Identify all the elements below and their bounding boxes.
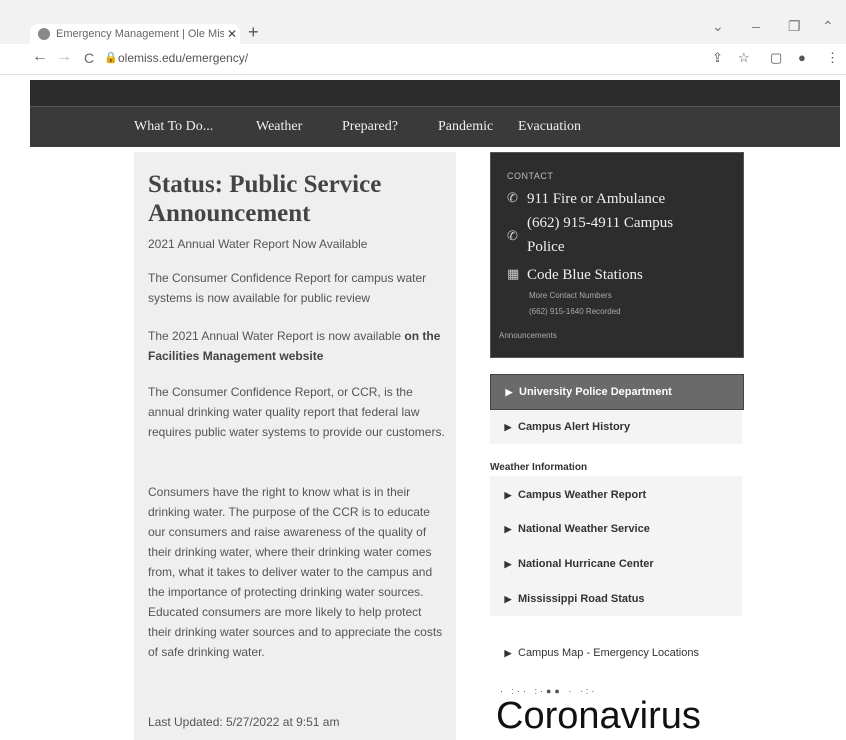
nav-pandemic[interactable]: Pandemic [438, 119, 493, 135]
star-icon[interactable]: ☆ [738, 50, 750, 66]
page-title: Status: Public Service Announcement [148, 171, 382, 227]
reload-icon[interactable]: C [84, 50, 94, 66]
alert-label: Campus Alert History [518, 421, 631, 433]
caret-right-icon: ▶ [504, 558, 512, 569]
announcement-card: Status: Public Service Announcement 2021… [134, 152, 456, 740]
police-number: (662) 915-4911 Campus [527, 215, 674, 231]
weather-link-label: Mississippi Road Status [518, 593, 645, 605]
campus-map-label: Campus Map - Emergency Locations [518, 647, 699, 659]
coronavirus-banner[interactable]: Coronavirus [496, 692, 701, 740]
forward-icon[interactable]: → [56, 48, 72, 66]
globe-icon [38, 28, 50, 40]
browser-tab[interactable]: Emergency Management | Ole Miss ✕ [30, 24, 240, 44]
contact-blue[interactable]: ▦ Code Blue Stations [507, 263, 643, 287]
paragraph: The 2021 Annual Water Report is now avai… [148, 326, 448, 366]
weather-info-label: Weather Information [490, 462, 588, 473]
restore-icon[interactable]: ❐ [788, 18, 801, 35]
weather-link[interactable]: ▶ National Weather Service [490, 512, 742, 546]
upd-label: University Police Department [519, 386, 672, 398]
phone-icon: ✆ [507, 191, 518, 206]
site-header [30, 80, 840, 106]
weather-link-label: National Hurricane Center [518, 558, 654, 570]
close-window-icon[interactable]: ⌃ [822, 18, 834, 35]
upd-link[interactable]: ▶ University Police Department [490, 374, 744, 410]
campus-map-link[interactable]: ▶ Campus Map - Emergency Locations [490, 636, 742, 670]
caret-right-icon: ▶ [504, 523, 512, 534]
weather-link[interactable]: ▶ Mississippi Road Status [490, 582, 742, 616]
url-field[interactable]: olemiss.edu/emergency/ [118, 51, 248, 65]
blue-text: Code Blue Stations [527, 267, 643, 283]
weather-link[interactable]: ▶ Campus Weather Report [490, 478, 742, 512]
police-text: (662) 915-4911 Campus Police [527, 211, 673, 259]
fire-text: 911 Fire or Ambulance [527, 191, 666, 207]
chevron-down-icon[interactable]: ⌄ [712, 18, 724, 35]
menu-icon[interactable]: ⋮ [826, 50, 839, 66]
paragraph: The Consumer Confidence Report for campu… [148, 271, 427, 305]
nav-evacuation[interactable]: Evacuation [518, 119, 581, 135]
paragraph: Consumers have the right to know what is… [148, 485, 443, 659]
alert-history-link[interactable]: ▶ Campus Alert History [490, 410, 742, 444]
caret-right-icon: ▶ [504, 421, 512, 432]
caret-right-icon: ▶ [504, 489, 512, 500]
profile-icon[interactable]: ● [798, 50, 806, 65]
weather-link[interactable]: ▶ National Hurricane Center [490, 547, 742, 581]
announcements-link[interactable]: Announcements [499, 331, 557, 340]
caret-right-icon: ▶ [505, 386, 513, 397]
contact-box: CONTACT ✆ 911 Fire or Ambulance ✆ (662) 9… [490, 152, 744, 358]
nav-weather[interactable]: Weather [256, 119, 302, 135]
contact-police[interactable]: ✆ (662) 915-4911 Campus Police [507, 211, 673, 259]
back-icon[interactable]: ← [32, 48, 48, 66]
paragraph-text: The 2021 Annual Water Report is now avai… [148, 329, 405, 343]
tab-title: Emergency Management | Ole Miss [56, 28, 224, 40]
caret-right-icon: ▶ [504, 593, 512, 604]
contact-fire[interactable]: ✆ 911 Fire or Ambulance [507, 187, 665, 211]
new-tab-button[interactable]: + [248, 22, 259, 43]
more-numbers-link[interactable]: More Contact Numbers [529, 291, 612, 300]
weather-links: ▶ Campus Weather Report ▶ National Weather… [490, 476, 742, 616]
announcement-subtitle: 2021 Annual Water Report Now Available [148, 237, 368, 251]
nav-prepared[interactable]: Prepared? [342, 119, 398, 135]
close-tab-icon[interactable]: ✕ [224, 27, 240, 41]
phone-icon: ✆ [507, 229, 518, 244]
paragraph: The Consumer Confidence Report, or CCR, … [148, 385, 445, 439]
share-icon[interactable]: ⇪ [712, 50, 723, 66]
police-word: Police [527, 239, 565, 255]
minimize-icon[interactable]: – [752, 18, 760, 34]
sidepanel-icon[interactable]: ▢ [770, 50, 782, 66]
recorded-number: (662) 915-1640 Recorded [529, 307, 621, 316]
address-bar: ← → C 🔒 olemiss.edu/emergency/ ⇪ ☆ ▢ ● ⋮ [0, 44, 846, 75]
contact-label: CONTACT [507, 171, 554, 181]
nav-what-to-do[interactable]: What To Do... [134, 119, 213, 135]
last-updated: Last Updated: 5/27/2022 at 9:51 am [148, 715, 340, 729]
main-nav: What To Do... Weather Prepared? Pandemic… [30, 106, 840, 147]
weather-link-label: National Weather Service [518, 523, 650, 535]
building-icon: ▦ [507, 267, 520, 282]
browser-tab-bar: Emergency Management | Ole Miss ✕ + ⌄ – … [0, 0, 846, 44]
caret-right-icon: ▶ [504, 647, 512, 658]
lock-icon: 🔒 [104, 52, 118, 64]
weather-link-label: Campus Weather Report [518, 489, 647, 501]
